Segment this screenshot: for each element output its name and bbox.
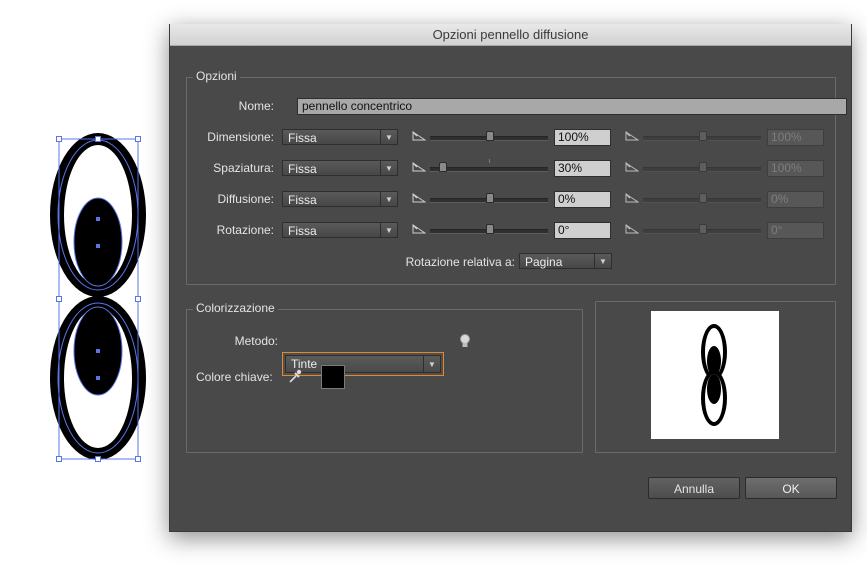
row-label: Diffusione: [217,192,274,206]
method-dropdown-field: Tinte ▼ [285,355,441,373]
min-value-field[interactable]: 100% [554,129,611,146]
max-value-slider-thumb [699,193,707,203]
brush-preview [651,311,779,439]
min-value-field[interactable]: 30% [554,160,611,177]
canvas-artwork[interactable] [40,125,160,470]
row-label: Spaziatura: [213,161,274,175]
key-color-label: Colore chiave: [196,370,273,384]
min-value-slider-thumb[interactable] [486,224,494,234]
ok-button[interactable]: OK [745,477,837,499]
options-legend: Opzioni [193,69,240,83]
rotation-relative-dropdown[interactable]: Pagina ▼ [519,253,612,269]
pressure-slider-icon [625,223,640,235]
rotation-relative-label: Rotazione relativa a: [405,255,515,269]
row-label: Rotazione: [216,223,274,237]
colorization-legend: Colorizzazione [193,301,278,315]
options-group: Opzioni Nome: pennello concentrico Dimen… [186,69,847,285]
pressure-slider-icon [412,161,427,173]
eyedropper-icon[interactable] [288,368,302,384]
chevron-down-icon: ▼ [380,223,397,237]
row-mode-dropdown[interactable]: Fissa ▼ [282,222,398,238]
min-value-field[interactable]: 0% [554,191,611,208]
slider-midpoint-tick [489,159,490,163]
name-label: Nome: [238,99,274,113]
pressure-slider-icon [625,161,640,173]
scatter-brush-options-dialog: Opzioni pennello diffusione Opzioni Nome… [169,24,852,532]
row-mode-value: Fissa [288,224,317,238]
row-mode-value: Fissa [288,193,317,207]
brush-name-input[interactable]: pennello concentrico [297,98,847,115]
pressure-slider-icon [625,192,640,204]
min-value-field[interactable]: 0° [554,222,611,239]
brush-preview-image [701,324,727,426]
pressure-slider-icon [625,130,640,142]
max-value-field: 0° [767,222,824,239]
method-dropdown[interactable]: Tinte ▼ [282,352,444,376]
chevron-down-icon: ▼ [380,161,397,175]
row-label: Dimensione: [207,130,274,144]
max-value-slider-thumb [699,224,707,234]
rotation-relative-value: Pagina [525,255,563,269]
method-label: Metodo: [234,334,278,348]
key-color-swatch[interactable] [321,365,345,389]
max-value-slider-thumb [699,162,707,172]
max-value-field: 100% [767,129,824,146]
chevron-down-icon: ▼ [380,130,397,144]
min-value-slider-thumb[interactable] [439,162,447,172]
chevron-down-icon: ▼ [423,356,440,373]
max-value-field: 0% [767,191,824,208]
row-mode-dropdown[interactable]: Fissa ▼ [282,191,398,207]
pressure-slider-icon [412,223,427,235]
selected-brush-artwork[interactable] [40,125,160,470]
row-mode-value: Fissa [288,131,317,145]
max-value-field: 100% [767,160,824,177]
dialog-title: Opzioni pennello diffusione [170,24,851,46]
row-mode-value: Fissa [288,162,317,176]
pressure-slider-icon [412,192,427,204]
min-value-slider-track[interactable] [430,167,548,172]
preview-panel [595,301,836,453]
lightbulb-icon[interactable] [459,333,471,349]
chevron-down-icon: ▼ [594,254,611,268]
min-value-slider-thumb[interactable] [486,193,494,203]
pressure-slider-icon [412,130,427,142]
row-mode-dropdown[interactable]: Fissa ▼ [282,129,398,145]
min-value-slider-thumb[interactable] [486,131,494,141]
cancel-button[interactable]: Annulla [648,477,740,499]
row-mode-dropdown[interactable]: Fissa ▼ [282,160,398,176]
max-value-slider-thumb [699,131,707,141]
chevron-down-icon: ▼ [380,192,397,206]
